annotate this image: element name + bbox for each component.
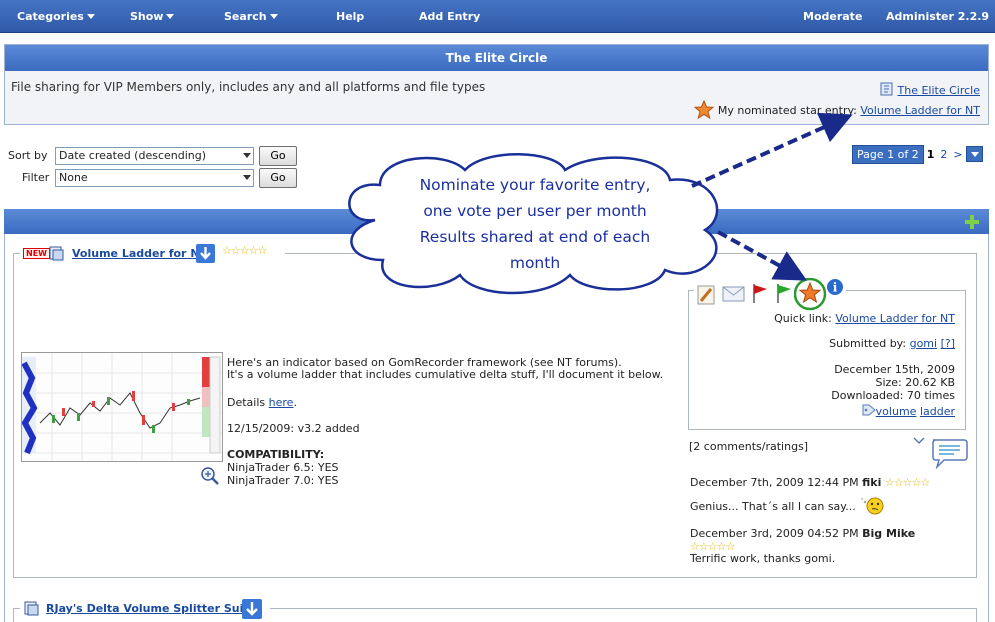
- callout-arrows: [691, 112, 853, 281]
- arrow-to-star-icon: [717, 230, 808, 281]
- arrow-to-nominated: [691, 112, 853, 188]
